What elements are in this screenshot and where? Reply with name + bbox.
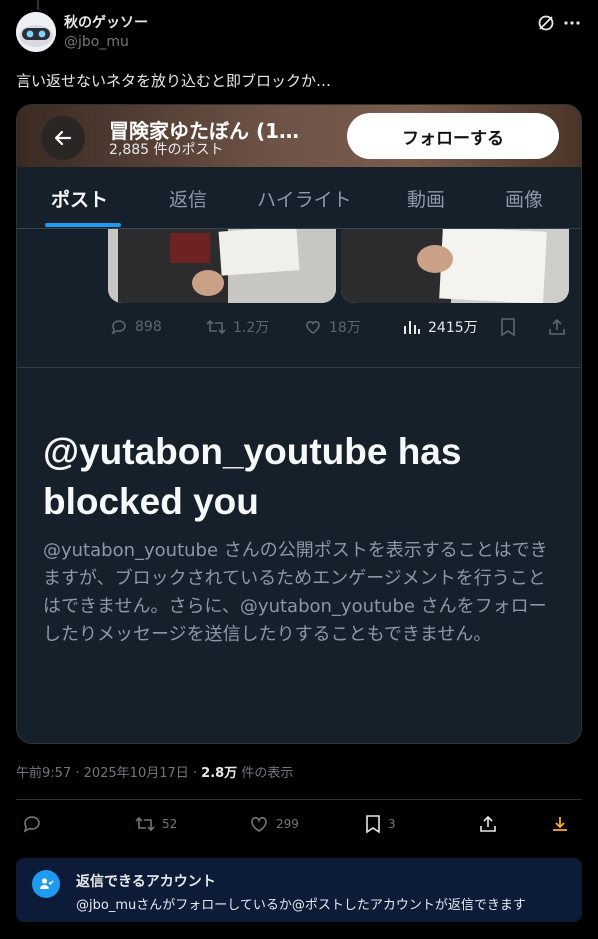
repost-button[interactable]: 52 — [134, 812, 177, 836]
download-button[interactable] — [550, 812, 570, 836]
bookmark-icon — [499, 317, 517, 337]
like-count-label: 18万 — [329, 320, 361, 336]
post-view-suffix: 件の表示 — [237, 766, 294, 781]
active-tab-indicator — [45, 223, 121, 227]
share-icon — [480, 815, 496, 832]
embedded-screenshot[interactable]: 冒険家ゆたぼん (1… 2,885 件のポスト フォローする ポスト 返信 ハイ… — [16, 104, 582, 744]
robot-avatar-icon — [16, 12, 56, 52]
download-icon — [553, 817, 567, 831]
profile-tabs: ポスト 返信 ハイライト 動画 画像 — [17, 167, 581, 229]
reply-permission-notice: 返信できるアカウント @jbo_muさんがフォローしているか@ポストしたアカウン… — [16, 858, 582, 922]
author-name[interactable]: 秋のゲッソー — [64, 12, 148, 32]
heart-icon — [306, 321, 320, 334]
blocked-description: @yutabon_youtube さんの公開ポストを表示することはできますが、ブ… — [43, 540, 548, 645]
post-view-count: 2.8万 — [201, 766, 238, 781]
follow-button: フォローする — [347, 113, 559, 159]
post-timestamp[interactable]: 午前9:57 · 2025年10月17日 · — [16, 766, 201, 781]
share-icon — [547, 317, 567, 337]
reply-button[interactable] — [22, 812, 42, 836]
post-photo — [341, 229, 569, 303]
heart-icon — [251, 817, 267, 832]
author-handle[interactable]: @jbo_mu — [64, 34, 129, 50]
share-button[interactable] — [478, 812, 498, 836]
view-count-label: 2415万 — [428, 320, 478, 336]
view-count: 2415万 — [402, 317, 478, 337]
tab-highlights: ハイライト — [257, 189, 352, 211]
analytics-icon — [404, 321, 420, 334]
thread-connector — [37, 0, 39, 10]
tab-replies: 返信 — [169, 189, 208, 211]
reply-icon — [23, 816, 40, 833]
tab-videos: 動画 — [407, 189, 446, 211]
post-text: 言い返せないネタを放り込むと即ブロックか… — [16, 72, 332, 90]
reply-notice-description: @jbo_muさんがフォローしているか@ポストしたアカウントが返信できます — [76, 898, 526, 913]
reply-count: 898 — [109, 317, 162, 337]
reply-count-label: 898 — [135, 319, 162, 335]
more-icon[interactable] — [561, 12, 583, 34]
back-button — [41, 116, 85, 160]
arrow-left-icon — [54, 130, 72, 146]
post-photo — [108, 229, 336, 303]
blocked-title: @yutabon_youtube has blocked you — [43, 431, 462, 522]
bookmark-icon — [366, 815, 380, 834]
like-count: 299 — [276, 817, 299, 831]
tab-images: 画像 — [505, 189, 544, 211]
repost-icon — [206, 319, 226, 335]
user-check-icon — [32, 870, 60, 898]
like-button[interactable]: 299 — [248, 812, 299, 836]
like-count: 18万 — [303, 317, 361, 337]
divider — [17, 367, 581, 368]
reply-notice-title: 返信できるアカウント — [76, 874, 216, 890]
repost-count-label: 1.2万 — [233, 320, 270, 336]
repost-count: 1.2万 — [205, 317, 269, 337]
repost-icon — [135, 816, 155, 832]
bookmark-count: 3 — [388, 817, 396, 831]
grok-icon[interactable] — [535, 12, 557, 34]
reply-icon — [111, 320, 126, 335]
repost-count: 52 — [162, 817, 178, 831]
bookmark-button[interactable]: 3 — [364, 812, 396, 836]
avatar[interactable] — [16, 12, 56, 52]
divider — [16, 799, 582, 800]
tab-posts: ポスト — [51, 189, 109, 211]
post-meta: 午前9:57 · 2025年10月17日 · 2.8万 件の表示 — [16, 762, 293, 781]
profile-post-count: 2,885 件のポスト — [109, 142, 224, 158]
